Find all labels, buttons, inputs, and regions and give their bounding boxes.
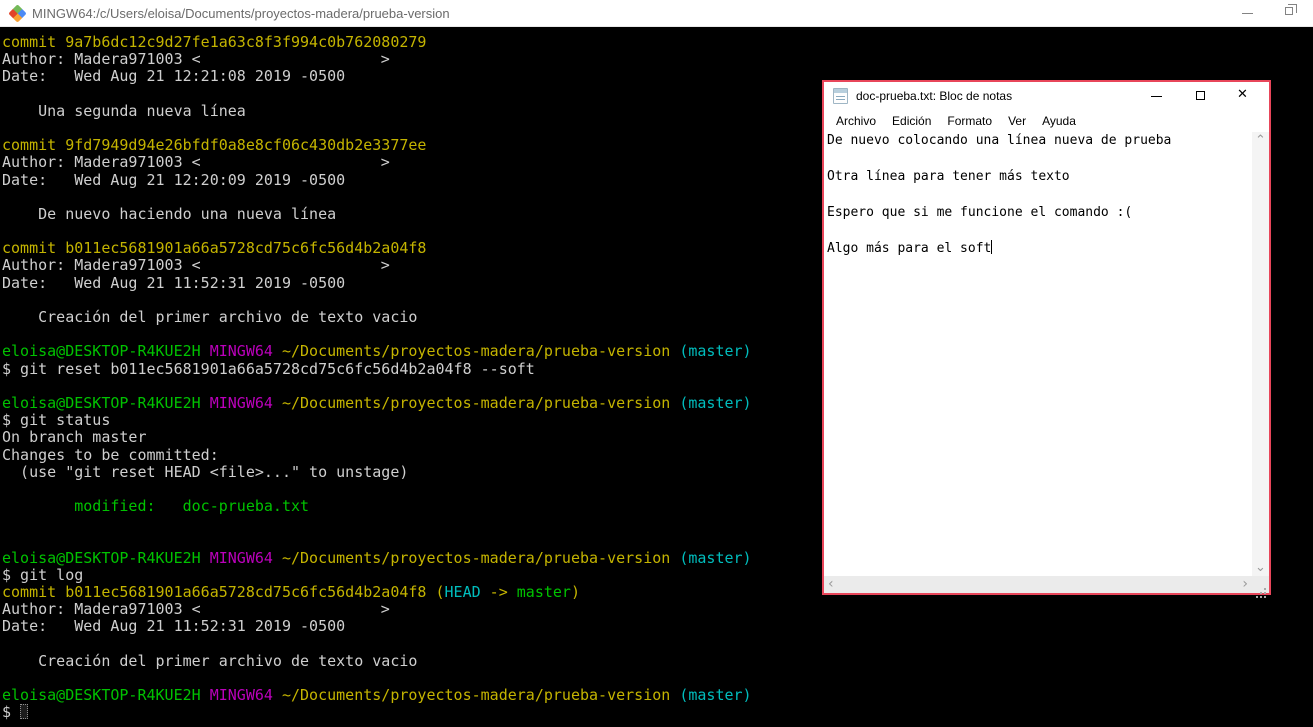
scroll-left-icon[interactable]: ‹ (828, 577, 834, 591)
redacted-email (200, 604, 381, 615)
menu-formato[interactable]: Formato (939, 110, 1000, 132)
scroll-up-icon[interactable]: ⌃ (1255, 134, 1266, 147)
redacted-email (200, 157, 381, 168)
notepad-titlebar[interactable]: doc-prueba.txt: Bloc de notas ✕ (824, 82, 1269, 110)
scroll-right-icon[interactable]: › (1242, 577, 1248, 591)
notepad-line: Algo más para el soft (827, 240, 993, 256)
terminal-line: Author: Madera971003 < > (2, 50, 390, 69)
minimize-icon (1151, 96, 1162, 97)
notepad-window: doc-prueba.txt: Bloc de notas ✕ Archivo E… (822, 80, 1271, 595)
resize-grip-icon (1264, 588, 1266, 590)
notepad-line: De nuevo colocando una línea nueva de pr… (827, 133, 1172, 148)
horizontal-scrollbar[interactable]: ‹ › (824, 576, 1252, 593)
close-icon: ✕ (1237, 87, 1248, 102)
terminal-titlebar[interactable]: MINGW64:/c/Users/eloisa/Documents/proyec… (0, 0, 1313, 27)
git-diamond-icon (8, 4, 27, 23)
scroll-down-icon[interactable]: ⌄ (1255, 561, 1266, 574)
menu-ver[interactable]: Ver (1000, 110, 1034, 132)
menu-edicion[interactable]: Edición (884, 110, 939, 132)
terminal-line: Creación del primer archivo de texto vac… (2, 651, 418, 670)
menu-ayuda[interactable]: Ayuda (1034, 110, 1084, 132)
notepad-line (827, 222, 1252, 240)
notepad-menubar: Archivo Edición Formato Ver Ayuda (824, 110, 1269, 132)
minimize-icon[interactable] (1242, 13, 1253, 14)
terminal-cursor (20, 704, 29, 720)
vertical-scrollbar[interactable]: ⌃ ⌄ (1252, 132, 1269, 576)
resize-corner[interactable] (1252, 576, 1269, 593)
close-button[interactable]: ✕ (1224, 82, 1269, 110)
restore-icon[interactable] (1285, 4, 1297, 15)
notepad-title: doc-prueba.txt: Bloc de notas (856, 89, 1013, 103)
menu-archivo[interactable]: Archivo (828, 110, 884, 132)
notepad-line: Espero que si me funcione el comando :( (827, 205, 1133, 220)
notepad-line: Otra línea para tener más texto (827, 169, 1070, 184)
redacted-email (200, 260, 381, 271)
text-caret (991, 240, 993, 254)
terminal-line: $ (2, 704, 1313, 721)
terminal-line: eloisa@DESKTOP-R4KUE2H MINGW64 ~/Documen… (2, 686, 752, 705)
notepad-line (827, 186, 1252, 204)
maximize-icon (1196, 91, 1205, 100)
maximize-button[interactable] (1179, 82, 1224, 110)
terminal-line: commit 9a7b6dc12c9d27fe1a63c8f3f994c0b76… (2, 33, 427, 51)
redacted-email (200, 54, 381, 65)
notepad-icon (833, 88, 848, 104)
terminal-line: Author: Madera971003 < > (2, 600, 390, 619)
notepad-line (827, 150, 1252, 168)
terminal-title: MINGW64:/c/Users/eloisa/Documents/proyec… (32, 6, 450, 21)
notepad-text[interactable]: De nuevo colocando una línea nueva de pr… (824, 132, 1252, 576)
minimize-button[interactable] (1134, 82, 1179, 110)
terminal-line: Date: Wed Aug 21 11:52:31 2019 -0500 (2, 617, 346, 636)
